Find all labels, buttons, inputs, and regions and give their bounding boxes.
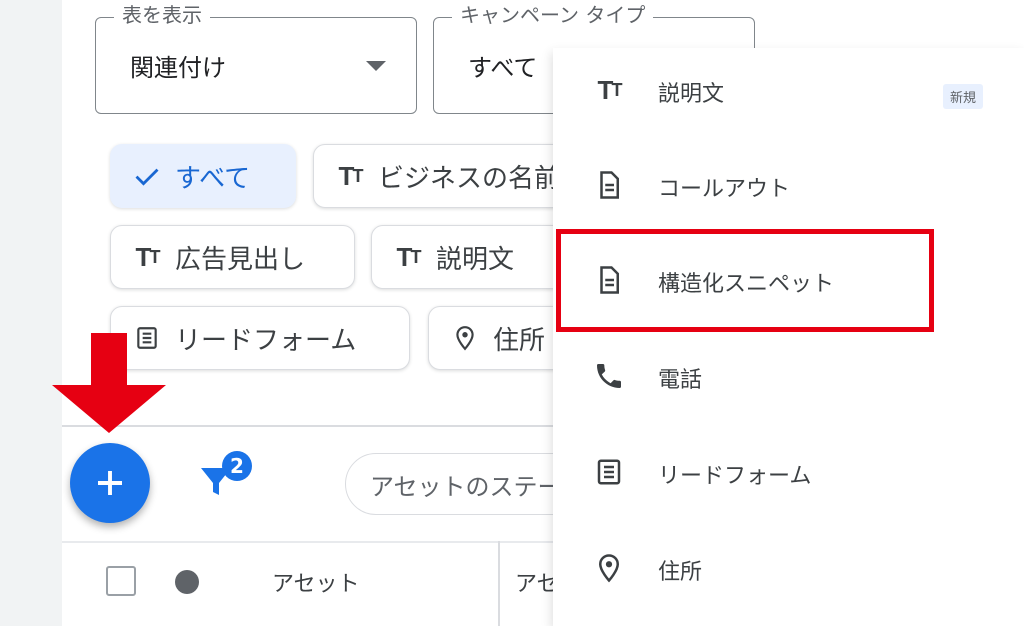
select-all-checkbox[interactable] bbox=[106, 566, 136, 596]
chip-headline[interactable]: TT 広告見出し bbox=[110, 225, 355, 289]
location-pin-icon bbox=[447, 320, 483, 356]
text-fields-icon: TT bbox=[597, 74, 623, 105]
filter-count-badge: 2 bbox=[222, 451, 252, 481]
column-header-asset[interactable]: アセット bbox=[272, 566, 360, 598]
menu-item-lead-form[interactable]: リードフォーム bbox=[553, 436, 1024, 506]
table-header-border bbox=[62, 541, 562, 543]
table-view-legend: 表を表示 bbox=[114, 3, 210, 27]
menu-item-label: 説明文 bbox=[658, 82, 725, 107]
chip-label: すべて bbox=[175, 163, 251, 194]
form-icon bbox=[591, 454, 627, 490]
menu-item-phone[interactable]: 電話 bbox=[553, 340, 1024, 410]
chip-all[interactable]: すべて bbox=[110, 144, 296, 208]
menu-item-label: 電話 bbox=[658, 368, 703, 393]
campaign-type-legend: キャンペーン タイプ bbox=[452, 3, 654, 27]
chip-business-name[interactable]: TT ビジネスの名前 bbox=[313, 144, 573, 208]
text-fields-icon: TT bbox=[338, 160, 364, 191]
menu-item-label: リードフォーム bbox=[658, 464, 812, 489]
campaign-type-value: すべて bbox=[468, 54, 538, 82]
phone-icon bbox=[591, 358, 627, 394]
dropdown-arrow-icon bbox=[366, 61, 386, 71]
chip-label: リードフォーム bbox=[175, 325, 357, 356]
add-button[interactable] bbox=[70, 443, 150, 523]
menu-item-callout[interactable]: コールアウト bbox=[553, 149, 1024, 219]
table-view-select[interactable]: 表を表示 関連付け bbox=[95, 3, 417, 114]
chip-label: 説明文 bbox=[436, 244, 515, 275]
annotation-arrow-icon bbox=[52, 333, 166, 433]
highlight-box bbox=[556, 229, 934, 332]
menu-item-label: 住所 bbox=[658, 560, 703, 585]
column-divider bbox=[498, 541, 500, 626]
location-pin-icon bbox=[591, 550, 627, 586]
chip-label: ビジネスの名前 bbox=[378, 163, 561, 194]
status-dot-icon bbox=[175, 570, 199, 594]
text-fields-icon: TT bbox=[396, 241, 422, 272]
chip-label: 広告見出し bbox=[175, 244, 306, 275]
new-badge: 新規 bbox=[943, 84, 984, 109]
document-icon bbox=[591, 167, 627, 203]
menu-item-address[interactable]: 住所 bbox=[553, 532, 1024, 602]
chip-description[interactable]: TT 説明文 bbox=[371, 225, 571, 289]
menu-item-label: コールアウト bbox=[658, 177, 791, 202]
plus-icon bbox=[98, 471, 122, 495]
chip-label: 住所 bbox=[493, 325, 546, 356]
asset-type-menu: TT 説明文 新規 コールアウト 構造化スニペット 電話 リードフォーム 住所 bbox=[553, 48, 1024, 626]
menu-item-description[interactable]: TT 説明文 新規 bbox=[553, 54, 1024, 124]
check-icon bbox=[129, 158, 165, 194]
text-fields-icon: TT bbox=[135, 241, 161, 272]
left-rail bbox=[0, 0, 62, 626]
table-view-value: 関連付け bbox=[130, 54, 226, 82]
